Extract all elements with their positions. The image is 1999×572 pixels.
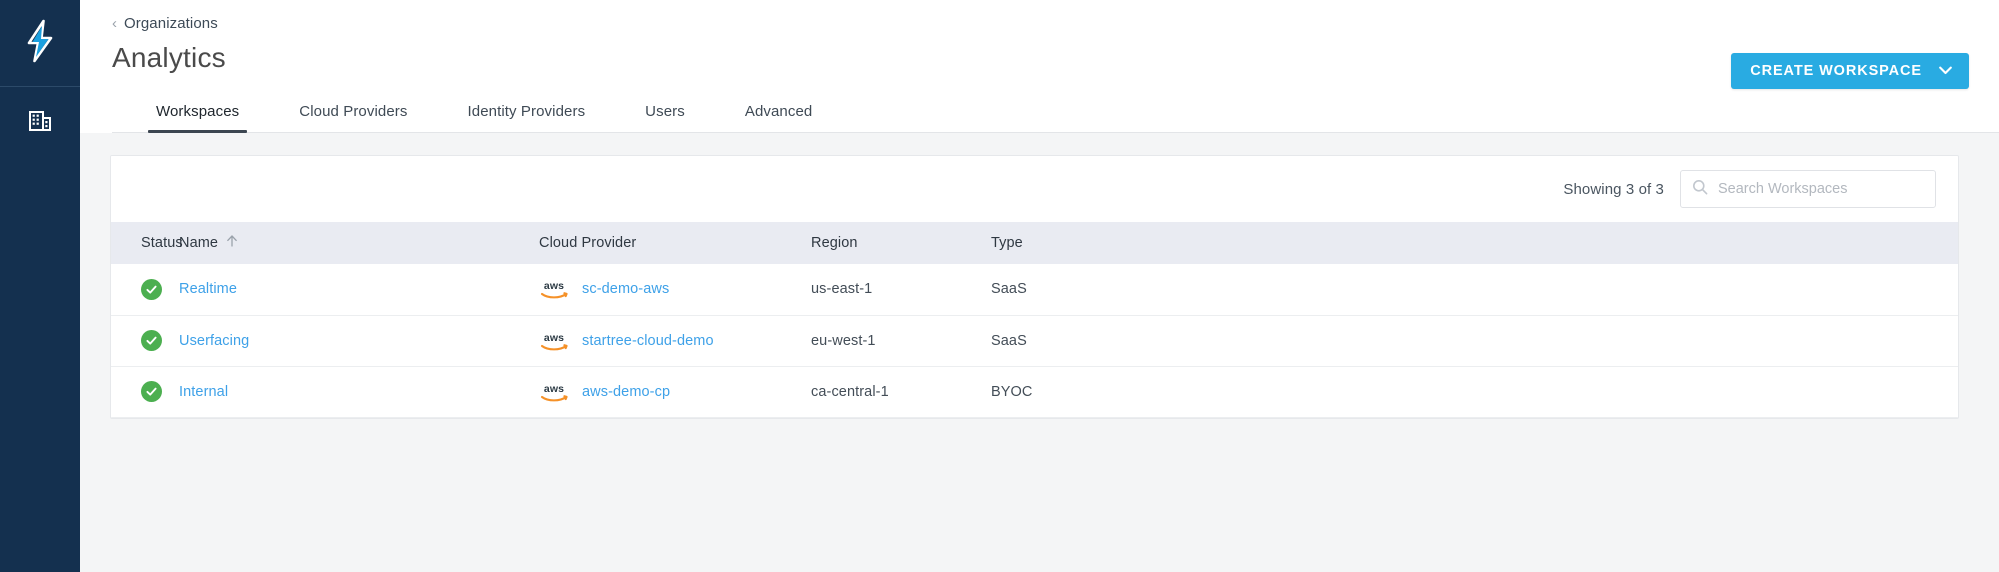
page-title: Analytics: [112, 42, 226, 73]
table-header: Status Name Cloud Provider Region Type: [111, 222, 1958, 264]
tab-advanced-label: Advanced: [744, 103, 813, 120]
breadcrumb[interactable]: ‹ Organizations: [112, 0, 1999, 32]
cloud-provider-link[interactable]: sc-demo-aws: [582, 281, 669, 297]
search-box[interactable]: [1680, 170, 1936, 208]
sidebar-item-organizations[interactable]: [0, 87, 80, 159]
sidebar-logo[interactable]: [0, 0, 80, 87]
create-workspace-button[interactable]: CREATE WORKSPACE: [1731, 53, 1969, 89]
cell-name: Internal: [179, 366, 539, 418]
tab-workspaces[interactable]: Workspaces: [138, 103, 257, 133]
aws-logo-icon: aws: [539, 381, 569, 403]
cell-status: [111, 315, 179, 367]
cell-name: Realtime: [179, 264, 539, 316]
green-check-circle-icon: [141, 330, 162, 351]
cell-type: BYOC: [991, 366, 1958, 418]
cell-status: [111, 264, 179, 316]
arrow-up-icon: [226, 234, 238, 252]
search-input[interactable]: [1718, 181, 1924, 197]
tab-users[interactable]: Users: [627, 103, 703, 132]
app-root: ‹ Organizations Analytics CREATE WORKSPA…: [0, 0, 1999, 572]
tab-cloud-providers[interactable]: Cloud Providers: [281, 103, 425, 132]
organization-building-icon: [27, 108, 53, 139]
column-header-status[interactable]: Status: [111, 222, 183, 264]
cell-cloud-provider: aws aws-demo-cp: [539, 366, 811, 418]
chevron-down-icon: [1939, 63, 1952, 79]
column-header-type-label: Type: [991, 235, 1023, 251]
tab-workspaces-label: Workspaces: [156, 103, 240, 120]
table-row[interactable]: Internal aws aws-demo-cp ca-central-1 BY…: [111, 366, 1958, 418]
table-toolbar: Showing 3 of 3: [111, 156, 1958, 222]
cell-type: SaaS: [991, 264, 1958, 316]
aws-logo-icon: aws: [539, 278, 569, 300]
table-row[interactable]: Userfacing aws startree-cloud-demo eu-we…: [111, 315, 1958, 367]
workspaces-table: Status Name Cloud Provider Region Type R…: [111, 222, 1958, 418]
cloud-provider-link[interactable]: startree-cloud-demo: [582, 333, 714, 349]
tab-users-label: Users: [645, 103, 685, 120]
svg-text:aws: aws: [544, 383, 564, 395]
table-body: Realtime aws sc-demo-aws us-east-1 SaaS …: [111, 264, 1958, 418]
tab-identity-providers[interactable]: Identity Providers: [449, 103, 603, 132]
column-header-name-label: Name: [179, 235, 219, 251]
cell-status: [111, 366, 179, 418]
cell-cloud-provider: aws sc-demo-aws: [539, 264, 811, 316]
aws-logo-icon: aws: [539, 330, 569, 352]
cell-cloud-provider: aws startree-cloud-demo: [539, 315, 811, 367]
column-header-cloud-provider-label: Cloud Provider: [539, 235, 637, 251]
column-header-status-label: Status: [141, 235, 183, 251]
table-header-row: Status Name Cloud Provider Region Type: [111, 222, 1958, 264]
workspace-name-link[interactable]: Internal: [179, 384, 228, 400]
column-header-name[interactable]: Name: [179, 222, 539, 264]
workspace-name-link[interactable]: Userfacing: [179, 333, 249, 349]
breadcrumb-link-organizations[interactable]: Organizations: [124, 15, 218, 32]
cell-region: eu-west-1: [811, 315, 991, 367]
main-area: ‹ Organizations Analytics CREATE WORKSPA…: [80, 0, 1999, 572]
column-header-type[interactable]: Type: [991, 222, 1958, 264]
cell-type: SaaS: [991, 315, 1958, 367]
tab-advanced[interactable]: Advanced: [727, 103, 831, 132]
green-check-circle-icon: [141, 278, 162, 300]
column-header-region[interactable]: Region: [811, 222, 991, 264]
green-check-circle-icon: [141, 381, 162, 402]
content-area: Showing 3 of 3 Search Workspaces Status …: [80, 133, 1999, 572]
search-icon: [1692, 179, 1708, 200]
create-workspace-label: CREATE WORKSPACE: [1750, 63, 1922, 79]
column-header-cloud-provider[interactable]: Cloud Provider: [539, 222, 811, 264]
column-header-region-label: Region: [811, 235, 858, 251]
cell-region: us-east-1: [811, 264, 991, 316]
workspaces-card: Showing 3 of 3 Search Workspaces Status …: [110, 155, 1959, 419]
tab-cloud-providers-label: Cloud Providers: [299, 103, 408, 120]
chevron-left-icon: ‹: [112, 14, 117, 32]
showing-count-label: Showing 3 of 3: [1563, 180, 1664, 198]
workspace-name-link[interactable]: Realtime: [179, 281, 237, 297]
tab-identity-providers-label: Identity Providers: [467, 103, 586, 120]
page-header: ‹ Organizations Analytics CREATE WORKSPA…: [80, 0, 1999, 133]
startree-lightning-bolt-logo: [23, 19, 57, 68]
cell-region: ca-central-1: [811, 366, 991, 418]
cloud-provider-link[interactable]: aws-demo-cp: [582, 384, 670, 400]
tab-bar: Workspaces Cloud Providers Identity Prov…: [112, 89, 1999, 133]
svg-text:aws: aws: [544, 332, 564, 344]
svg-text:aws: aws: [544, 280, 564, 292]
table-row[interactable]: Realtime aws sc-demo-aws us-east-1 SaaS: [111, 264, 1958, 316]
left-sidebar: [0, 0, 80, 572]
cell-name: Userfacing: [179, 315, 539, 367]
